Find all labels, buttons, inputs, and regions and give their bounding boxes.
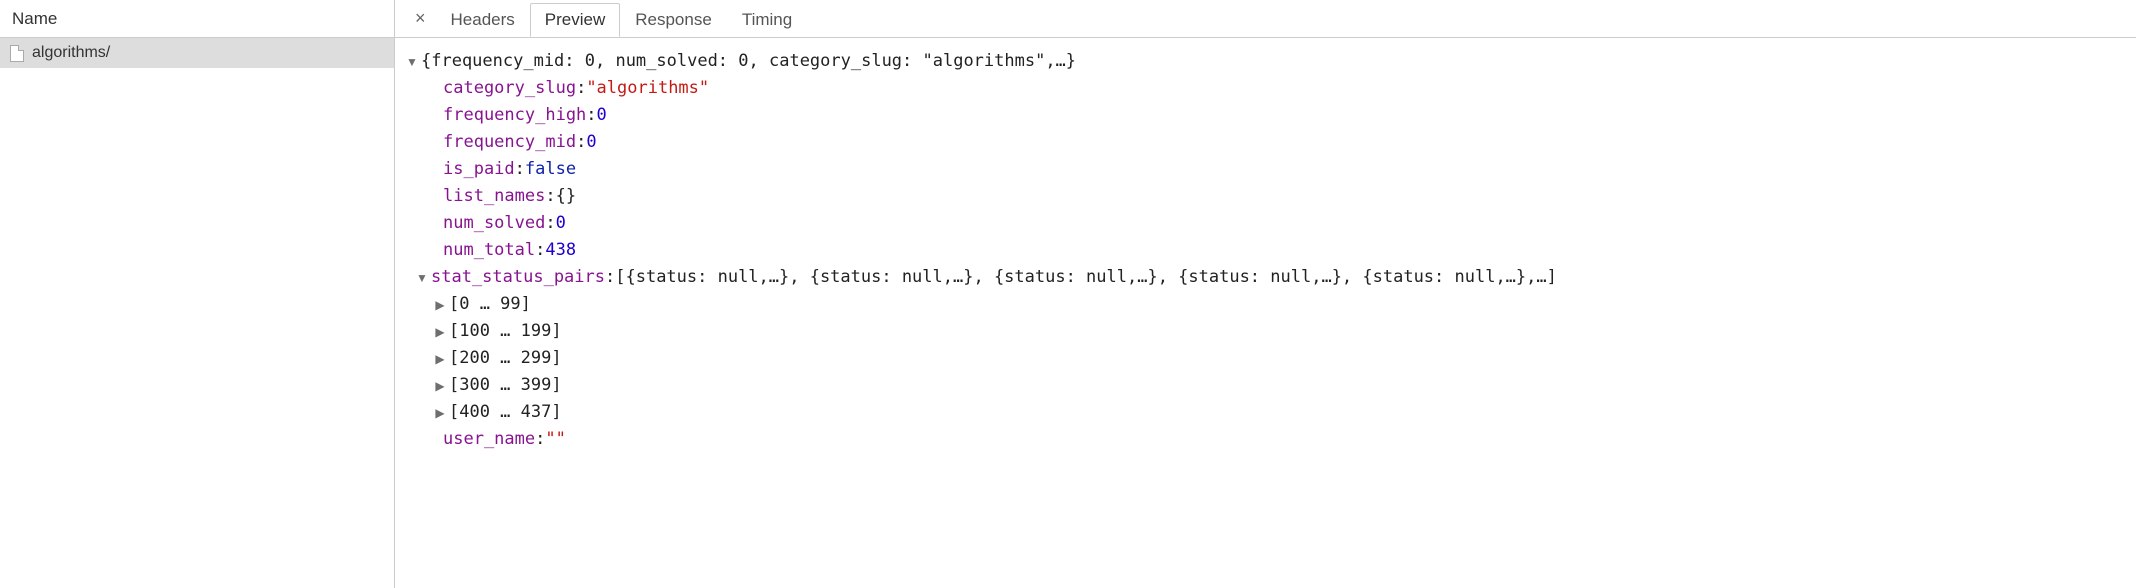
prop-value: 438	[545, 237, 576, 263]
tab-timing[interactable]: Timing	[727, 3, 807, 37]
array-summary: [{status: null,…}, {status: null,…}, {st…	[615, 264, 1557, 290]
caret-right-icon[interactable]: ▶	[431, 373, 449, 399]
json-preview-tree: ▼ {frequency_mid: 0, num_solved: 0, cate…	[395, 38, 2136, 588]
caret-down-icon[interactable]: ▼	[413, 265, 431, 291]
colon: :	[545, 210, 555, 236]
tree-prop[interactable]: ▶ list_names: {}	[403, 183, 2128, 210]
prop-key: is_paid	[443, 156, 515, 182]
request-list-panel: Name algorithms/	[0, 0, 395, 588]
range-label: [0 … 99]	[449, 291, 531, 317]
name-column-header-text: Name	[12, 9, 57, 29]
colon: :	[545, 183, 555, 209]
prop-key: frequency_mid	[443, 129, 576, 155]
prop-key: list_names	[443, 183, 545, 209]
prop-key: user_name	[443, 426, 535, 452]
tab-label: Preview	[545, 10, 605, 29]
tree-prop[interactable]: ▶ num_total: 438	[403, 237, 2128, 264]
colon: :	[576, 75, 586, 101]
prop-key: num_solved	[443, 210, 545, 236]
tab-label: Timing	[742, 10, 792, 29]
tree-array-range[interactable]: ▶ [100 … 199]	[403, 318, 2128, 345]
prop-value: "algorithms"	[586, 75, 709, 101]
caret-right-icon[interactable]: ▶	[431, 292, 449, 318]
tab-headers[interactable]: Headers	[436, 3, 530, 37]
prop-value: 0	[597, 102, 607, 128]
prop-value: {}	[556, 183, 576, 209]
tab-preview[interactable]: Preview	[530, 3, 620, 37]
prop-key: stat_status_pairs	[431, 264, 605, 290]
prop-value: ""	[545, 426, 565, 452]
prop-value: 0	[556, 210, 566, 236]
tree-array-range[interactable]: ▶ [400 … 437]	[403, 399, 2128, 426]
request-item-label: algorithms/	[32, 44, 110, 62]
range-label: [300 … 399]	[449, 372, 562, 398]
prop-value: 0	[586, 129, 596, 155]
tree-array-range[interactable]: ▶ [0 … 99]	[403, 291, 2128, 318]
tab-label: Response	[635, 10, 712, 29]
tree-prop[interactable]: ▶ frequency_mid: 0	[403, 129, 2128, 156]
file-icon	[10, 45, 24, 62]
caret-right-icon[interactable]: ▶	[431, 400, 449, 426]
caret-right-icon[interactable]: ▶	[431, 346, 449, 372]
prop-key: num_total	[443, 237, 535, 263]
tree-prop[interactable]: ▶ frequency_high: 0	[403, 102, 2128, 129]
tree-array-range[interactable]: ▶ [300 … 399]	[403, 372, 2128, 399]
colon: :	[515, 156, 525, 182]
prop-key: category_slug	[443, 75, 576, 101]
tree-prop[interactable]: ▶ num_solved: 0	[403, 210, 2128, 237]
range-label: [200 … 299]	[449, 345, 562, 371]
colon: :	[576, 129, 586, 155]
colon: :	[605, 264, 615, 290]
tab-label: Headers	[451, 10, 515, 29]
caret-right-icon[interactable]: ▶	[431, 319, 449, 345]
tree-root-summary: {frequency_mid: 0, num_solved: 0, catego…	[421, 48, 1076, 74]
name-column-header: Name	[0, 0, 394, 38]
tree-prop[interactable]: ▶ user_name: ""	[403, 426, 2128, 453]
tab-response[interactable]: Response	[620, 3, 727, 37]
colon: :	[535, 426, 545, 452]
tree-prop[interactable]: ▶ is_paid: false	[403, 156, 2128, 183]
close-icon[interactable]: ×	[405, 8, 436, 29]
request-item[interactable]: algorithms/	[0, 38, 394, 68]
range-label: [400 … 437]	[449, 399, 562, 425]
request-list: algorithms/	[0, 38, 394, 588]
prop-key: frequency_high	[443, 102, 586, 128]
caret-down-icon[interactable]: ▼	[403, 49, 421, 75]
colon: :	[586, 102, 596, 128]
tree-array-prop[interactable]: ▼ stat_status_pairs: [{status: null,…}, …	[403, 264, 2128, 291]
tree-prop[interactable]: ▶ category_slug: "algorithms"	[403, 75, 2128, 102]
tree-root[interactable]: ▼ {frequency_mid: 0, num_solved: 0, cate…	[403, 48, 2128, 75]
colon: :	[535, 237, 545, 263]
tree-array-range[interactable]: ▶ [200 … 299]	[403, 345, 2128, 372]
tabs-row: × Headers Preview Response Timing	[395, 0, 2136, 38]
range-label: [100 … 199]	[449, 318, 562, 344]
prop-value: false	[525, 156, 576, 182]
details-panel: × Headers Preview Response Timing ▼ {fre…	[395, 0, 2136, 588]
